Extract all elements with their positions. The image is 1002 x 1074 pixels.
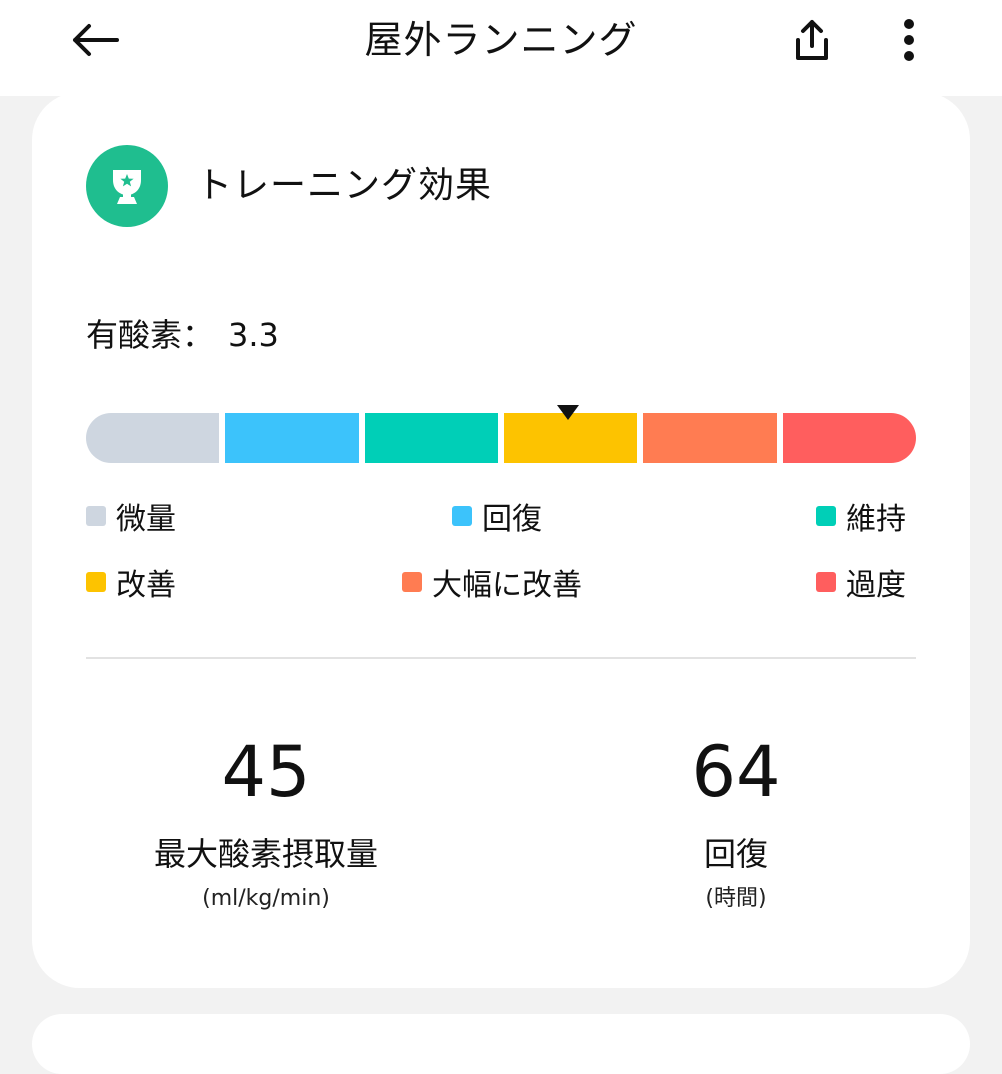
vo2max-unit: (ml/kg/min)	[202, 886, 330, 911]
recovery-value: 64	[691, 731, 781, 813]
legend-label: 大幅に改善	[432, 568, 582, 603]
gauge-segment	[86, 413, 220, 463]
aerobic-value: 3.3	[228, 316, 279, 354]
legend-item: 大幅に改善	[402, 562, 582, 603]
legend-item: 改善	[86, 562, 176, 603]
trophy-icon	[86, 145, 168, 227]
share-button[interactable]	[782, 12, 842, 68]
page-title: 屋外ランニング	[364, 18, 638, 62]
legend-item: 過度	[816, 562, 906, 603]
app-header: 屋外ランニング	[0, 0, 1002, 96]
vo2max-label: 最大酸素摂取量	[153, 835, 378, 873]
legend-label: 改善	[116, 568, 176, 603]
aerobic-effect: 有酸素： 3.3	[86, 310, 279, 360]
legend-label: 回復	[482, 502, 542, 537]
training-effect-gauge	[86, 413, 916, 463]
next-card	[32, 1014, 970, 1074]
legend-swatch	[816, 572, 836, 592]
legend-item: 微量	[86, 496, 176, 537]
legend-swatch	[816, 506, 836, 526]
gauge-segment	[643, 413, 777, 463]
gauge-segment	[503, 413, 638, 463]
recovery-stat: 64 回復 (時間)	[556, 732, 916, 916]
legend-swatch	[86, 572, 106, 592]
legend-label: 維持	[846, 502, 906, 537]
vo2max-value: 45	[221, 731, 311, 813]
legend-swatch	[86, 506, 106, 526]
back-arrow-icon	[73, 24, 119, 56]
more-options-button[interactable]	[884, 12, 934, 68]
share-icon	[796, 20, 828, 60]
recovery-unit: (時間)	[705, 886, 767, 911]
recovery-label: 回復	[703, 835, 768, 873]
legend-label: 微量	[116, 502, 176, 537]
gauge-segment	[225, 413, 359, 463]
training-effect-card: トレーニング効果 有酸素： 3.3 微量 回復 維持 改善 大幅に改善 過度 45 最大酸…	[32, 92, 970, 988]
gauge-marker-icon	[556, 405, 579, 420]
legend-swatch	[402, 572, 422, 592]
aerobic-label: 有酸素：	[86, 316, 215, 354]
training-effect-title: トレーニング効果	[196, 165, 493, 206]
vo2max-stat: 45 最大酸素摂取量 (ml/kg/min)	[86, 732, 446, 916]
legend-item: 回復	[452, 496, 542, 537]
legend-label: 過度	[846, 568, 906, 603]
gauge-segment	[782, 413, 916, 463]
more-vertical-icon	[904, 19, 914, 61]
gauge-segment	[364, 413, 498, 463]
legend-swatch	[452, 506, 472, 526]
legend-item: 維持	[816, 496, 906, 537]
divider	[86, 657, 916, 659]
back-button[interactable]	[62, 14, 126, 66]
